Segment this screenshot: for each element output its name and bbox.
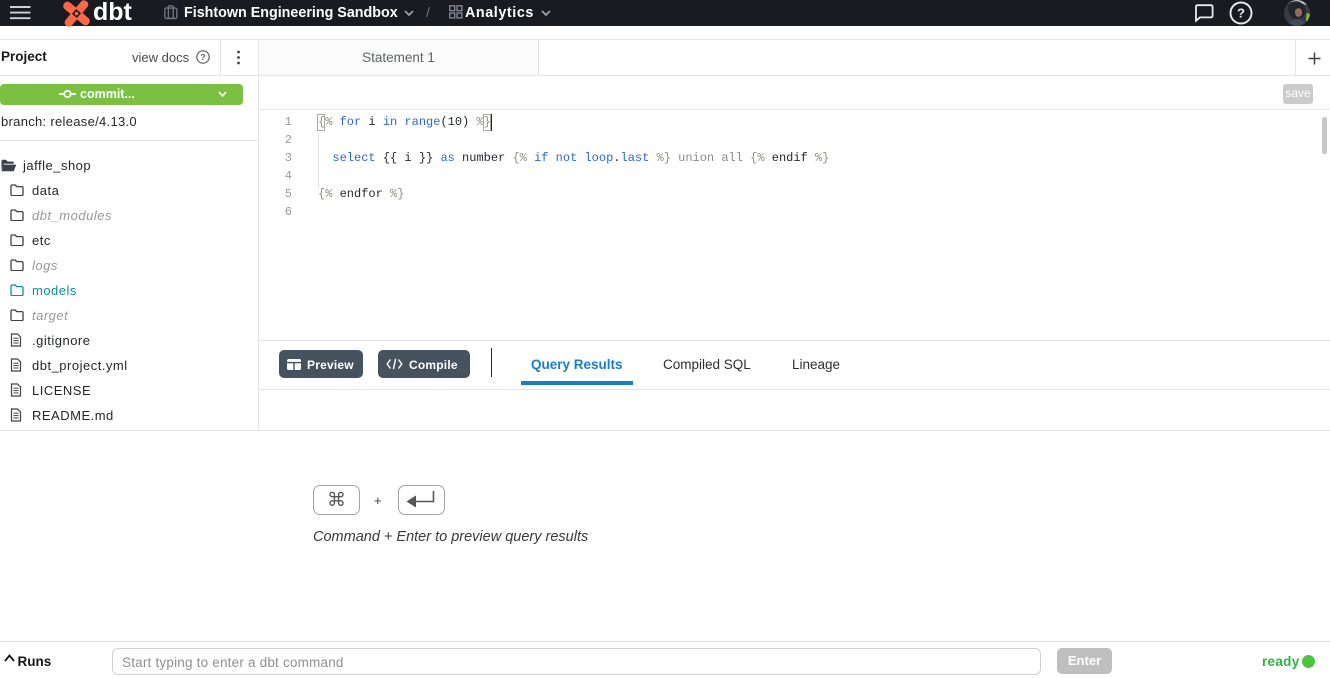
svg-text:?: ? [1237, 6, 1245, 21]
svg-text:?: ? [200, 52, 205, 62]
